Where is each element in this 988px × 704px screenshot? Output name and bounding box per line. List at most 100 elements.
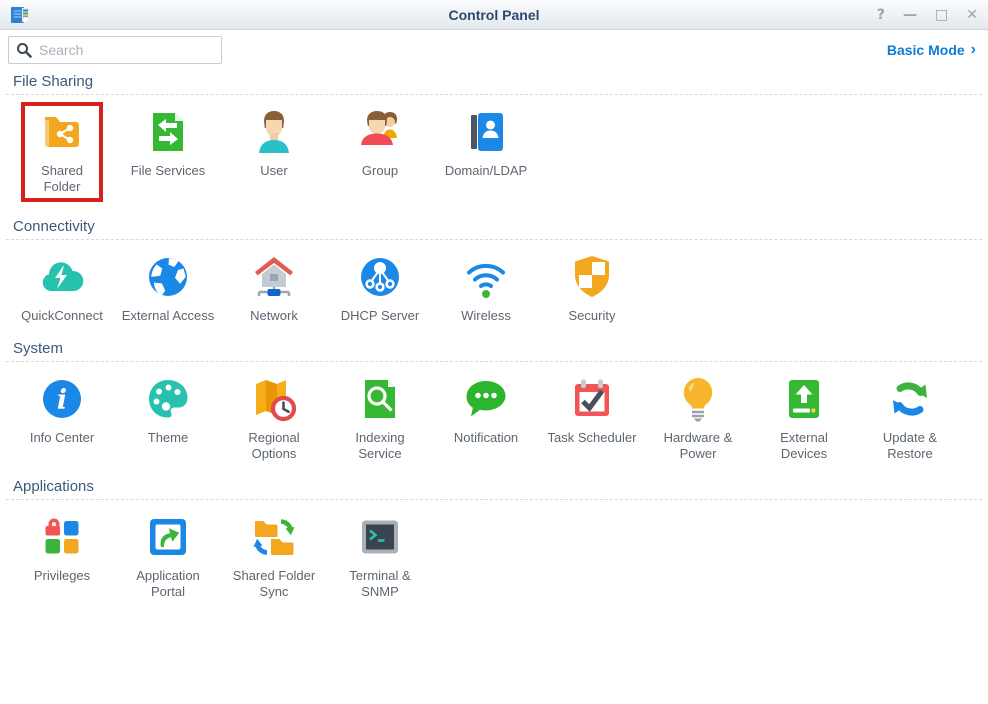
launcher-item-label: User [260,163,287,179]
launcher-item-label: File Services [131,163,205,179]
section-grid: i Info Center Theme Regional Options Ind… [0,362,988,471]
search-input[interactable] [8,36,222,64]
terminal-snmp-icon [356,513,404,561]
launcher-item-terminal-snmp[interactable]: Terminal & SNMP [327,513,433,600]
launcher-item-notification[interactable]: Notification [433,375,539,446]
info-center-icon: i [38,375,86,423]
section-grid: Privileges Application Portal Shared Fol… [0,500,988,609]
domain-ldap-icon [462,108,510,156]
window-controls: ? — □ ✕ [877,8,978,22]
hardware-power-icon [674,375,722,423]
launcher-item-file-services[interactable]: File Services [115,108,221,179]
maximize-icon[interactable]: □ [935,8,948,22]
launcher-item-update-restore[interactable]: Update & Restore [857,375,963,462]
launcher-item-label: DHCP Server [341,308,420,324]
dhcp-server-icon [356,253,404,301]
shared-folder-sync-icon [250,513,298,561]
launcher-item-user[interactable]: User [221,108,327,179]
shared-folder-icon [38,108,86,156]
launcher-item-label: Indexing Service [333,430,427,462]
launcher-item-security[interactable]: Security [539,253,645,324]
launcher-item-domain-ldap[interactable]: Domain/LDAP [433,108,539,179]
help-icon[interactable]: ? [877,8,885,22]
launcher-item-label: Terminal & SNMP [333,568,427,600]
update-restore-icon [886,375,934,423]
search-box [8,36,222,64]
launcher-item-theme[interactable]: Theme [115,375,221,446]
section-grid: Shared Folder File Services User Group D… [0,95,988,211]
control-panel-app-icon [10,5,30,25]
launcher-item-label: Network [250,308,298,324]
launcher-item-label: Shared Folder Sync [227,568,321,600]
wireless-icon [462,253,510,301]
quickconnect-icon [38,253,86,301]
search-icon [16,42,32,58]
external-access-icon [144,253,192,301]
launcher-item-label: External Devices [757,430,851,462]
launcher-item-dhcp-server[interactable]: DHCP Server [327,253,433,324]
launcher-item-quickconnect[interactable]: QuickConnect [9,253,115,324]
launcher-item-label: External Access [122,308,215,324]
control-panel-body: File Sharing Shared Folder File Services… [0,73,988,609]
launcher-item-hardware-power[interactable]: Hardware & Power [645,375,751,462]
basic-mode-label: Basic Mode [887,42,965,58]
basic-mode-link[interactable]: Basic Mode › [887,42,976,58]
toolbar: Basic Mode › [0,30,988,66]
svg-text:i: i [57,385,67,416]
launcher-item-network[interactable]: Network [221,253,327,324]
launcher-item-label: Application Portal [121,568,215,600]
launcher-item-external-access[interactable]: External Access [115,253,221,324]
section-title-connectivity: Connectivity [13,218,988,235]
launcher-item-label: Info Center [30,430,94,446]
launcher-item-label: Group [362,163,398,179]
launcher-item-label: Theme [148,430,188,446]
indexing-service-icon [356,375,404,423]
titlebar: Control Panel ? — □ ✕ [0,0,988,30]
launcher-item-label: QuickConnect [21,308,103,324]
user-icon [250,108,298,156]
chevron-right-icon: › [971,42,976,58]
window-title: Control Panel [0,7,988,23]
launcher-item-label: Domain/LDAP [445,163,527,179]
notification-icon [462,375,510,423]
section-file-sharing: File Sharing Shared Folder File Services… [0,73,988,211]
section-title-applications: Applications [13,478,988,495]
launcher-item-application-portal[interactable]: Application Portal [115,513,221,600]
launcher-item-privileges[interactable]: Privileges [9,513,115,584]
launcher-item-label: Update & Restore [863,430,957,462]
section-title-system: System [13,340,988,357]
task-scheduler-icon [568,375,616,423]
launcher-item-label: Regional Options [227,430,321,462]
launcher-item-shared-folder[interactable]: Shared Folder [21,102,103,202]
launcher-item-label: Security [569,308,616,324]
launcher-item-label: Privileges [34,568,90,584]
section-connectivity: Connectivity QuickConnect External Acces… [0,218,988,333]
launcher-item-regional-options[interactable]: Regional Options [221,375,327,462]
section-grid: QuickConnect External Access Network DHC… [0,240,988,333]
security-icon [568,253,616,301]
launcher-item-task-scheduler[interactable]: Task Scheduler [539,375,645,446]
launcher-item-label: Task Scheduler [548,430,637,446]
section-title-file-sharing: File Sharing [13,73,988,90]
theme-icon [144,375,192,423]
launcher-item-indexing-service[interactable]: Indexing Service [327,375,433,462]
file-services-icon [144,108,192,156]
launcher-item-shared-folder-sync[interactable]: Shared Folder Sync [221,513,327,600]
external-devices-icon [780,375,828,423]
group-icon [356,108,404,156]
launcher-item-group[interactable]: Group [327,108,433,179]
launcher-item-info-center[interactable]: i Info Center [9,375,115,446]
launcher-item-label: Hardware & Power [651,430,745,462]
launcher-item-label: Notification [454,430,518,446]
launcher-item-wireless[interactable]: Wireless [433,253,539,324]
launcher-item-external-devices[interactable]: External Devices [751,375,857,462]
launcher-item-label: Wireless [461,308,511,324]
launcher-item-label: Shared Folder [26,163,98,195]
close-icon[interactable]: ✕ [966,8,978,22]
application-portal-icon [144,513,192,561]
network-icon [250,253,298,301]
privileges-icon [38,513,86,561]
regional-options-icon [250,375,298,423]
section-system: System i Info Center Theme Regional Opti… [0,340,988,471]
minimize-icon[interactable]: — [903,8,917,22]
